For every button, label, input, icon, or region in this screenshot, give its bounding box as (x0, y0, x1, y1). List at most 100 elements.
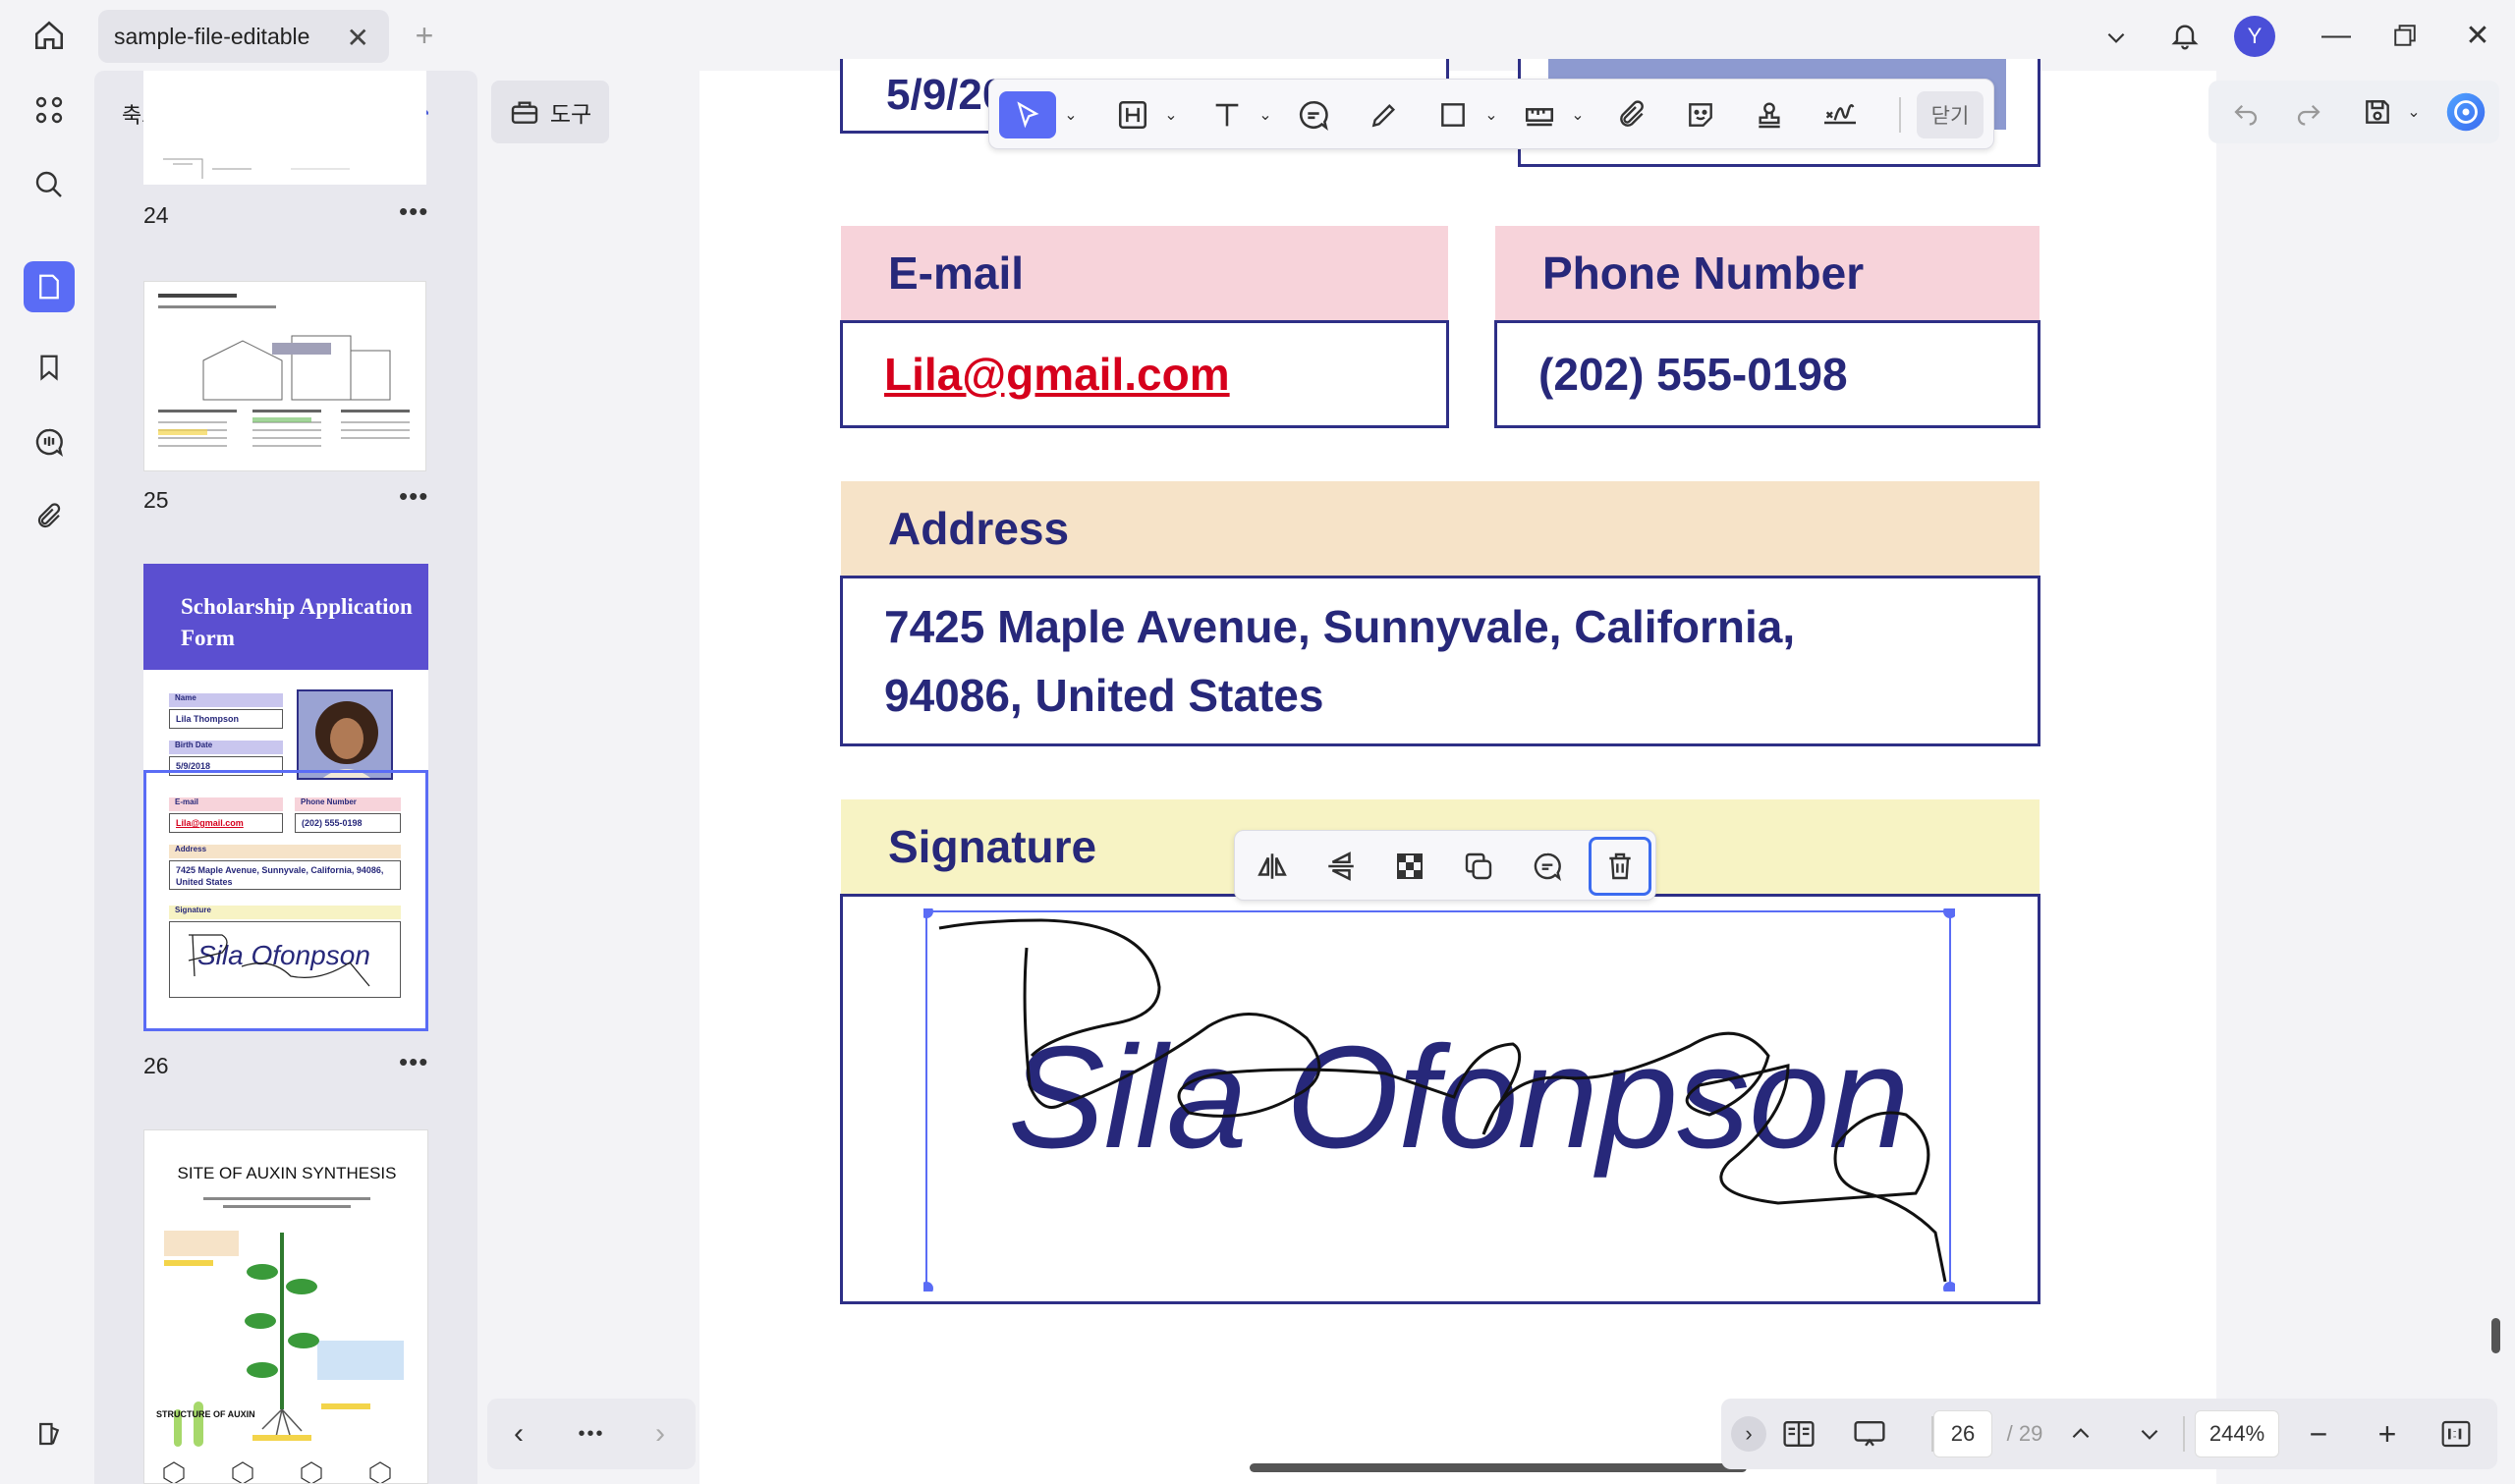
thumb26-birth-label: Birth Date (169, 741, 283, 754)
highlight-tool-icon[interactable] (1109, 91, 1156, 138)
status-divider-2 (2183, 1416, 2185, 1452)
thumbnails-icon[interactable] (24, 261, 75, 312)
tab-title: sample-file-editable (114, 23, 310, 49)
zoom-level[interactable]: 244% (2195, 1410, 2279, 1457)
document-tab[interactable]: sample-file-editable ✕ (98, 10, 389, 63)
toolbar-divider (1899, 97, 1901, 133)
address-label: Address (841, 481, 2040, 576)
signature-tool-icon[interactable] (1815, 91, 1866, 138)
shape-dropdown-icon[interactable]: ⌄ (1479, 91, 1504, 138)
restore-window-icon[interactable] (2385, 16, 2425, 55)
notification-bell-icon[interactable] (2165, 16, 2205, 55)
page-number-25: 25 (143, 487, 169, 513)
left-rail (0, 71, 94, 1484)
zoom-out-icon[interactable]: − (2297, 1410, 2340, 1457)
sticker-icon[interactable] (1677, 91, 1724, 138)
save-dropdown-icon[interactable]: ⌄ (2401, 88, 2427, 136)
collapse-status-icon[interactable]: › (1731, 1416, 1766, 1452)
select-tool-dropdown-icon[interactable]: ⌄ (1058, 91, 1084, 138)
tools-button[interactable]: 도구 (491, 81, 609, 143)
text-tool-icon[interactable] (1203, 91, 1251, 138)
thumbnail-page-25[interactable] (143, 281, 426, 471)
new-tab-icon[interactable]: + (407, 18, 442, 53)
total-pages: / 29 (2006, 1421, 2043, 1446)
save-icon[interactable] (2356, 88, 2399, 136)
thumb26-header: Scholarship Application Form (143, 564, 428, 670)
delete-icon[interactable] (1589, 837, 1651, 896)
thumb27-title: SITE OF AUXIN SYNTHESIS (177, 1164, 397, 1182)
page-25-more-icon[interactable]: ••• (399, 481, 428, 512)
tools-label: 도구 (549, 101, 592, 127)
page-number-26: 26 (143, 1053, 169, 1078)
horizontal-scrollbar[interactable] (1250, 1463, 1747, 1472)
page-24-more-icon[interactable]: ••• (399, 196, 428, 227)
address-line-2: 94086, United States (884, 670, 1324, 721)
opacity-icon[interactable] (1386, 843, 1433, 890)
close-window-icon[interactable]: ✕ (2458, 16, 2497, 55)
bookmark-icon[interactable] (24, 342, 75, 393)
email-field[interactable]: Lila@gmail.com (840, 320, 1449, 428)
previous-icon[interactable]: ‹ (499, 1410, 538, 1457)
comment-tool-icon[interactable] (1290, 91, 1337, 138)
user-avatar[interactable]: Y (2234, 16, 2275, 57)
close-toolbar-button[interactable]: 닫기 (1917, 91, 1984, 138)
pencil-tool-icon[interactable] (1361, 91, 1408, 138)
page-down-icon[interactable] (2128, 1410, 2171, 1457)
vertical-scrollbar[interactable] (2491, 1318, 2500, 1353)
status-bar: › 26 / 29 244% − + (1721, 1399, 2497, 1469)
select-tool-icon[interactable] (999, 91, 1056, 138)
annotation-toolbar: ⌄ ⌄ ⌄ ⌄ ⌄ 닫기 (988, 79, 1994, 149)
close-tab-icon[interactable]: ✕ (347, 22, 369, 54)
attach-file-icon[interactable] (1608, 91, 1655, 138)
presentation-icon[interactable] (1845, 1410, 1894, 1457)
thumb26-name-label: Name (169, 693, 283, 707)
layers-icon[interactable] (24, 1408, 75, 1459)
flip-vertical-icon[interactable] (1317, 843, 1365, 890)
shape-tool-icon[interactable] (1429, 91, 1477, 138)
comment-icon[interactable] (1524, 843, 1571, 890)
redo-icon[interactable] (2287, 88, 2330, 136)
page-nav-toolbar: ‹ ••• › (487, 1399, 696, 1469)
home-icon[interactable] (28, 16, 71, 55)
more-icon[interactable]: ••• (570, 1410, 613, 1457)
toolbox-icon (511, 101, 538, 124)
zoom-in-icon[interactable]: + (2366, 1410, 2409, 1457)
page-up-icon[interactable] (2059, 1410, 2102, 1457)
address-field[interactable]: 7425 Maple Avenue, Sunnyvale, California… (840, 576, 2040, 746)
email-label: E-mail (841, 226, 1448, 320)
flip-horizontal-icon[interactable] (1249, 843, 1296, 890)
chevron-down-icon[interactable] (2096, 18, 2136, 57)
history-toolbar: ⌄ (2208, 81, 2499, 143)
page-26-more-icon[interactable]: ••• (399, 1047, 428, 1077)
text-tool-dropdown-icon[interactable]: ⌄ (1253, 91, 1278, 138)
measure-tool-icon[interactable] (1516, 91, 1563, 138)
grid-view-icon[interactable] (24, 84, 75, 136)
actual-size-icon[interactable] (2434, 1410, 2478, 1457)
comments-icon[interactable] (24, 416, 75, 467)
phone-label: Phone Number (1495, 226, 2040, 320)
signature-context-toolbar (1234, 830, 1656, 901)
attachment-icon[interactable] (24, 491, 75, 542)
ai-assistant-icon[interactable] (2442, 88, 2489, 136)
thumbnail-page-24[interactable] (143, 71, 426, 185)
thumb27-subtitle: STRUCTURE OF AUXIN (156, 1409, 255, 1419)
viewport-indicator (143, 770, 428, 1031)
highlight-dropdown-icon[interactable]: ⌄ (1158, 91, 1184, 138)
stamp-icon[interactable] (1746, 91, 1793, 138)
thumb26-name-value: Lila Thompson (169, 709, 283, 729)
ink-signature-annotation[interactable] (923, 908, 1955, 1292)
page-layout-icon[interactable] (1774, 1410, 1823, 1457)
address-line-1: 7425 Maple Avenue, Sunnyvale, California… (884, 601, 1796, 652)
undo-icon[interactable] (2224, 88, 2267, 136)
minimize-icon[interactable]: — (2317, 16, 2356, 55)
thumbnail-page-27[interactable]: SITE OF AUXIN SYNTHESIS STRUCTURE OF AUX… (143, 1129, 428, 1484)
page-number-24: 24 (143, 202, 169, 228)
search-icon[interactable] (24, 159, 75, 210)
duplicate-icon[interactable] (1455, 843, 1502, 890)
phone-field[interactable]: (202) 555-0198 (1494, 320, 2040, 428)
right-margin (2216, 71, 2515, 1484)
thumb26-photo (297, 689, 393, 780)
measure-dropdown-icon[interactable]: ⌄ (1565, 91, 1591, 138)
page-number-input[interactable]: 26 (1933, 1410, 1992, 1457)
next-icon[interactable]: › (641, 1410, 680, 1457)
